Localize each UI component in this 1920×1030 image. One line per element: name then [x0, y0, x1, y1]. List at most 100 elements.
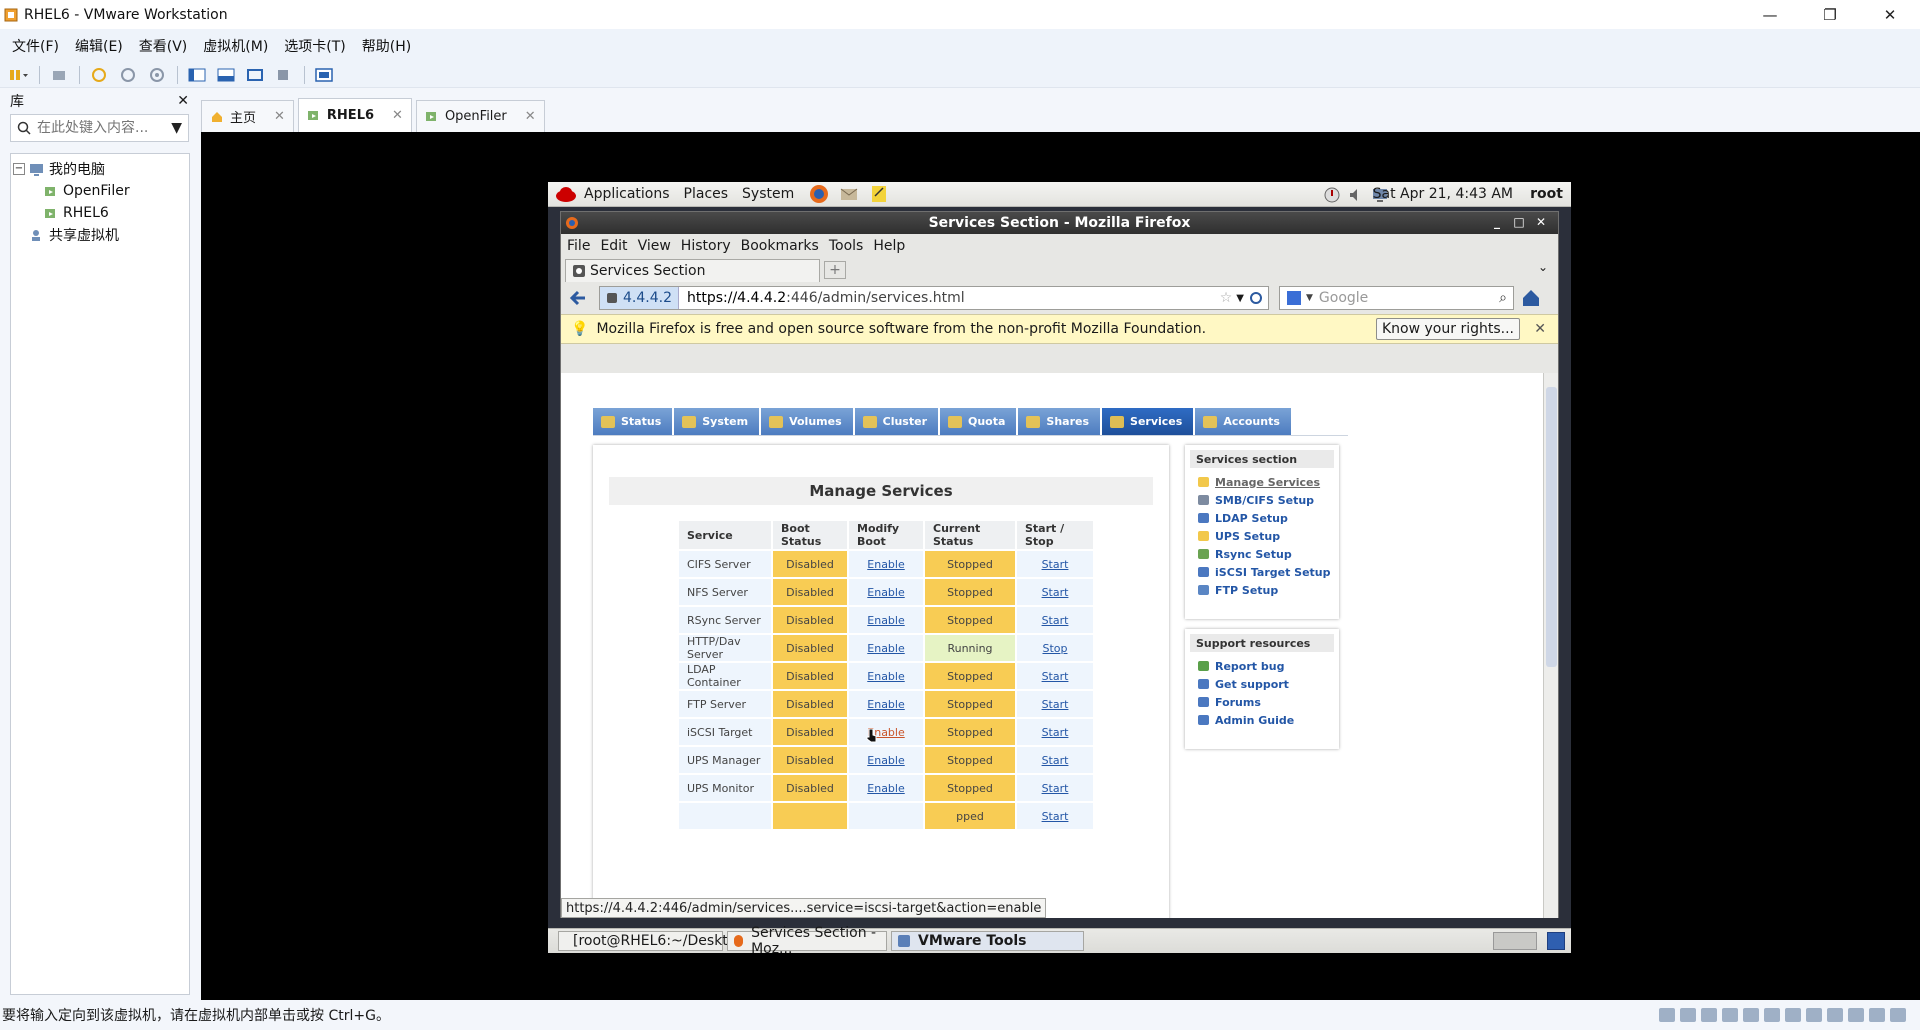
sidebar-link-ftp-setup[interactable]: FTP Setup [1190, 581, 1334, 599]
snapshot-icon[interactable] [88, 66, 110, 84]
tab-openfiler[interactable]: OpenFiler ✕ [415, 100, 545, 132]
device-2-icon[interactable] [1848, 1008, 1864, 1022]
ff-menu-bookmarks[interactable]: Bookmarks [741, 238, 819, 254]
enable-boot-link[interactable]: Enable [867, 698, 904, 711]
enable-boot-link[interactable]: Enable [867, 614, 904, 627]
reload-icon[interactable] [1248, 290, 1264, 306]
message-icon[interactable] [1890, 1008, 1906, 1022]
task-firefox[interactable]: Services Section - Moz... [727, 925, 887, 953]
nav-tab-status[interactable]: Status [593, 408, 673, 435]
task-terminal[interactable]: [root@RHEL6:~/Deskt... [558, 931, 741, 951]
bookmark-star-icon[interactable]: ☆ [1220, 290, 1233, 306]
tree-shared-vms[interactable]: 共享虚拟机 [11, 224, 189, 246]
ff-menu-history[interactable]: History [681, 238, 731, 254]
start-service-link[interactable]: Start [1042, 614, 1069, 627]
enable-boot-link[interactable]: Enable [867, 754, 904, 767]
restore-icon[interactable]: ❐ [1800, 0, 1860, 29]
know-your-rights-button[interactable]: Know your rights... [1376, 318, 1520, 340]
display-icon[interactable] [1806, 1008, 1822, 1022]
menu-places[interactable]: Places [684, 186, 729, 202]
url-bar[interactable]: 4.4.4.2 https://4.4.4.2:446/admin/servic… [599, 286, 1269, 310]
close-library-icon[interactable]: ✕ [177, 93, 189, 109]
nav-tab-services[interactable]: Services [1102, 408, 1194, 435]
menu-applications[interactable]: Applications [584, 186, 670, 202]
start-service-link[interactable]: Start [1042, 754, 1069, 767]
menu-edit[interactable]: 编辑(E) [69, 36, 129, 56]
nav-tab-cluster[interactable]: Cluster [854, 408, 938, 435]
tree-my-computer[interactable]: − 我的电脑 [11, 158, 189, 180]
back-icon[interactable] [567, 287, 589, 309]
panel-clock[interactable]: Sat Apr 21, 4:43 AM [1373, 186, 1513, 202]
search-dropdown-icon[interactable]: ▼ [171, 120, 182, 136]
enable-boot-link[interactable]: Enable [867, 670, 904, 683]
ff-menu-edit[interactable]: Edit [600, 238, 627, 254]
tree-vm-rhel6[interactable]: RHEL6 [11, 202, 189, 224]
menu-system[interactable]: System [742, 186, 794, 202]
sidebar-link-manage-services[interactable]: Manage Services [1190, 473, 1334, 491]
task-vmware-tools[interactable]: VMware Tools [891, 931, 1084, 951]
hdd-icon[interactable] [1659, 1008, 1675, 1022]
ff-menu-view[interactable]: View [638, 238, 671, 254]
menu-tabs[interactable]: 选项卡(T) [278, 36, 351, 56]
network-adapter-2-icon[interactable] [1722, 1008, 1738, 1022]
nav-tab-shares[interactable]: Shares [1018, 408, 1101, 435]
close-icon[interactable]: ✕ [1860, 0, 1920, 29]
site-identity-button[interactable]: 4.4.4.2 [600, 287, 679, 309]
ff-minimize-icon[interactable]: _ [1486, 215, 1508, 229]
close-tab-icon[interactable]: ✕ [274, 109, 285, 124]
tab-home[interactable]: 主页 ✕ [201, 100, 294, 132]
collapse-icon[interactable]: − [13, 163, 25, 175]
url-history-dropdown-icon[interactable]: ▼ [1236, 293, 1244, 304]
support-link-forums[interactable]: Forums [1190, 693, 1334, 711]
home-icon[interactable] [1520, 287, 1542, 309]
start-service-link[interactable]: Start [1042, 810, 1069, 823]
sidebar-link-iscsi-target-setup[interactable]: iSCSI Target Setup [1190, 563, 1334, 581]
new-tab-icon[interactable]: + [824, 261, 846, 279]
mail-launcher-icon[interactable] [838, 183, 860, 205]
enable-boot-link[interactable]: Enable [867, 586, 904, 599]
nav-tab-system[interactable]: System [674, 408, 760, 435]
thumbnail-bar-icon[interactable] [215, 66, 237, 84]
revert-snapshot-icon[interactable] [117, 66, 139, 84]
nav-tab-quota[interactable]: Quota [940, 408, 1017, 435]
enable-boot-link[interactable]: Enable [867, 642, 904, 655]
tab-list-icon[interactable]: ⌄ [1538, 260, 1548, 274]
library-search-input[interactable] [37, 120, 157, 136]
send-keys-icon[interactable] [48, 66, 70, 84]
google-engine-icon[interactable] [1286, 290, 1302, 306]
cdrom-icon[interactable] [1680, 1008, 1696, 1022]
update-notifier-icon[interactable] [1323, 186, 1341, 204]
ff-maximize-icon[interactable]: □ [1508, 215, 1530, 229]
close-tab-icon[interactable]: ✕ [392, 108, 403, 123]
guest-desktop[interactable]: Applications Places System Sat Apr 21, 4… [548, 182, 1571, 953]
support-link-get-support[interactable]: Get support [1190, 675, 1334, 693]
tree-vm-openfiler[interactable]: OpenFiler [11, 180, 189, 202]
library-search[interactable]: ▼ [10, 114, 189, 142]
page-scrollbar[interactable] [1543, 373, 1558, 918]
close-notification-icon[interactable]: ✕ [1534, 321, 1546, 337]
redhat-logo-icon[interactable] [554, 183, 580, 205]
support-link-admin-guide[interactable]: Admin Guide [1190, 711, 1334, 729]
notes-launcher-icon[interactable] [868, 183, 890, 205]
tab-rhel6[interactable]: RHEL6 ✕ [297, 98, 412, 132]
enable-boot-link[interactable]: Enable [867, 782, 904, 795]
menu-vm[interactable]: 虚拟机(M) [197, 36, 274, 56]
device-icon[interactable] [1827, 1008, 1843, 1022]
start-service-link[interactable]: Start [1042, 782, 1069, 795]
unity-icon[interactable] [273, 66, 295, 84]
console-view-icon[interactable] [313, 66, 335, 84]
scrollbar-thumb[interactable] [1546, 387, 1557, 667]
menu-view[interactable]: 查看(V) [133, 36, 194, 56]
enable-boot-link[interactable]: Enable [867, 558, 904, 571]
pause-vm-icon[interactable] [8, 66, 30, 84]
search-go-icon[interactable]: ⌕ [1499, 290, 1507, 306]
minimize-icon[interactable]: — [1740, 0, 1800, 29]
url-text[interactable]: https://4.4.4.2:446/admin/services.html [679, 290, 965, 306]
ff-menu-help[interactable]: Help [873, 238, 905, 254]
search-bar[interactable]: ▼ Google ⌕ [1279, 286, 1514, 310]
full-screen-icon[interactable] [244, 66, 266, 84]
firefox-window[interactable]: Services Section - Mozilla Firefox _ □ ✕… [560, 211, 1559, 918]
start-service-link[interactable]: Start [1042, 586, 1069, 599]
sidebar-link-ldap-setup[interactable]: LDAP Setup [1190, 509, 1334, 527]
ff-menu-file[interactable]: File [567, 238, 590, 254]
